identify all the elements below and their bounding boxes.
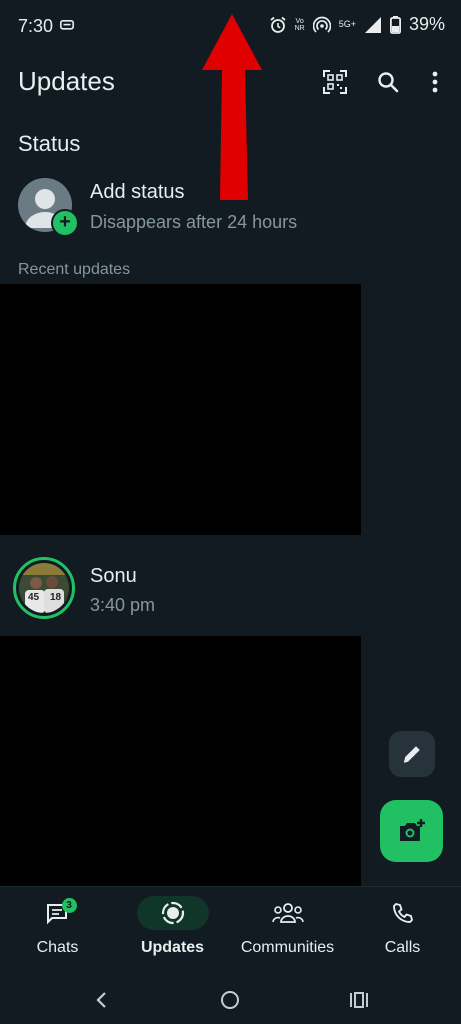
redacted-status-area-2 (0, 636, 361, 886)
add-status-subtitle: Disappears after 24 hours (90, 212, 298, 232)
status-ring[interactable]: 45 18 (13, 557, 75, 619)
status-time: 3:40 pm (90, 595, 156, 615)
red-arrow-annotation (202, 14, 262, 200)
pencil-icon (403, 746, 420, 763)
status-heading: Status (18, 131, 81, 156)
nav-label: Communities (240, 939, 335, 956)
alarm-icon (270, 16, 286, 33)
qr-scanner-icon[interactable] (321, 68, 349, 96)
status-icons: Vo NR 5G+ 39% (269, 14, 445, 35)
recent-updates-heading: Recent updates (18, 261, 131, 278)
battery-icon (389, 15, 401, 34)
nav-label: Chats (36, 939, 79, 956)
add-status-plus-icon[interactable]: + (51, 209, 79, 237)
jersey-number-1: 45 (28, 592, 40, 603)
nav-chats[interactable]: 3 Chats (0, 887, 115, 977)
chats-unread-badge: 3 (61, 898, 77, 913)
nav-label: Calls (384, 939, 421, 956)
camera-status-button[interactable] (380, 800, 443, 862)
home-icon[interactable] (216, 986, 244, 1014)
status-time: 7:30 (18, 16, 54, 36)
battery-percent: 39% (408, 14, 445, 34)
network-type: 5G+ (338, 19, 356, 29)
page-title: Updates (18, 66, 115, 96)
recents-icon[interactable] (345, 986, 373, 1014)
more-vert-icon[interactable] (421, 68, 449, 96)
phone-icon (392, 903, 413, 923)
volte-indicator: Vo NR (294, 17, 305, 32)
system-navigation-bar (0, 976, 461, 1024)
back-icon[interactable] (87, 986, 115, 1014)
redacted-status-area (0, 284, 361, 535)
hotspot-icon (312, 16, 331, 33)
add-status-title[interactable]: Add status (90, 181, 185, 204)
camera-add-icon (399, 819, 425, 841)
nav-calls[interactable]: Calls (345, 887, 460, 977)
bottom-navigation: 3 Chats Updates Communities Calls (0, 886, 461, 977)
nav-communities[interactable]: Communities (230, 887, 345, 977)
contact-avatar: 45 18 (19, 563, 69, 613)
nav-label: Updates (140, 939, 205, 956)
message-notification-icon (60, 20, 74, 30)
communities-icon (271, 903, 304, 923)
search-icon[interactable] (374, 68, 402, 96)
status-contact-name[interactable]: Sonu (90, 565, 137, 588)
signal-icon (364, 16, 381, 33)
nav-updates[interactable]: Updates (115, 887, 230, 977)
jersey-number-2: 18 (50, 592, 62, 603)
updates-icon (161, 901, 184, 925)
text-status-button[interactable] (389, 731, 435, 777)
